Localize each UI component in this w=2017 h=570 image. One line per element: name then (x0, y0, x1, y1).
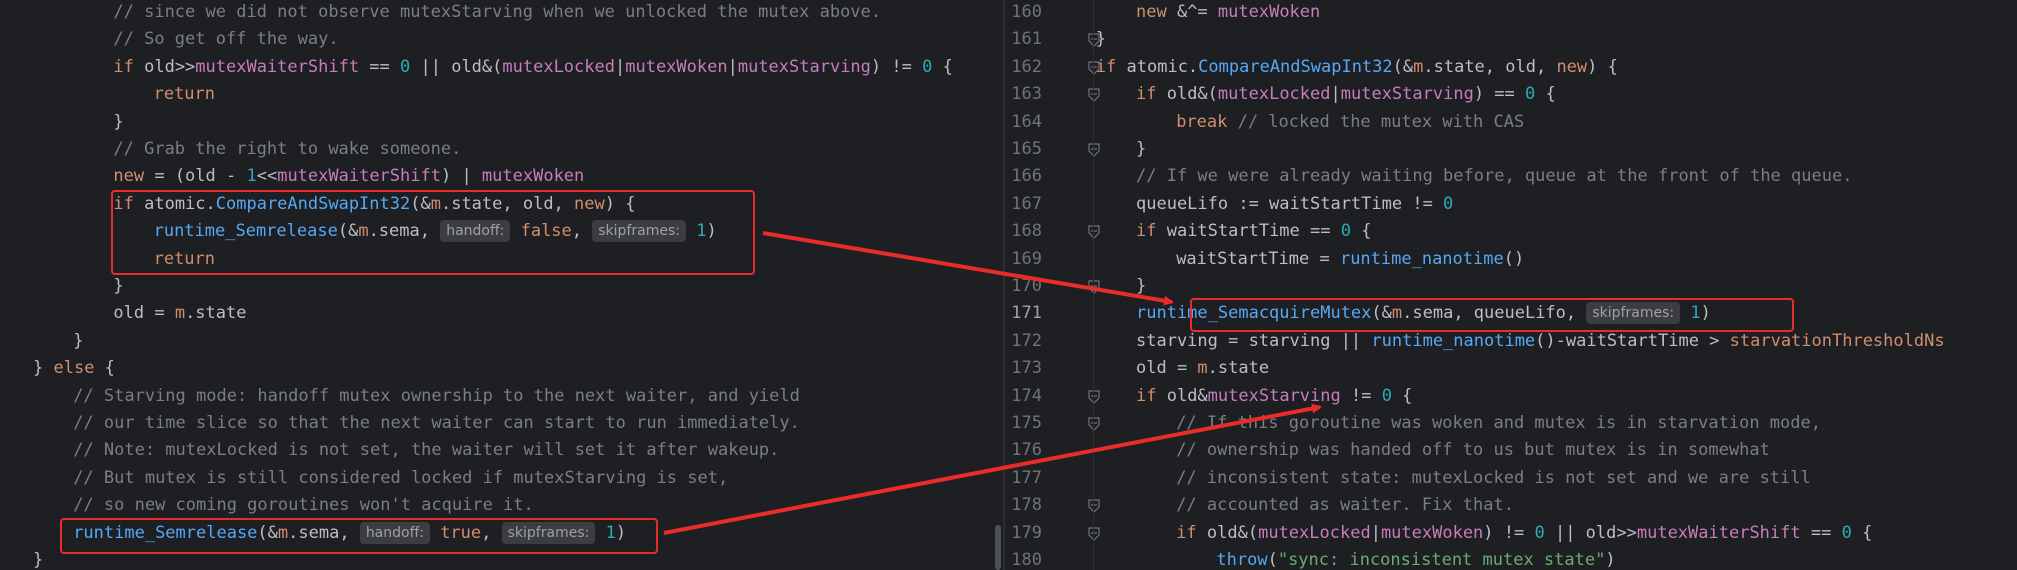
arrow-handoff-to-starving-check (663, 403, 1322, 535)
annotation-arrows (663, 231, 1322, 535)
arrow-release-to-acquire (762, 231, 1174, 306)
